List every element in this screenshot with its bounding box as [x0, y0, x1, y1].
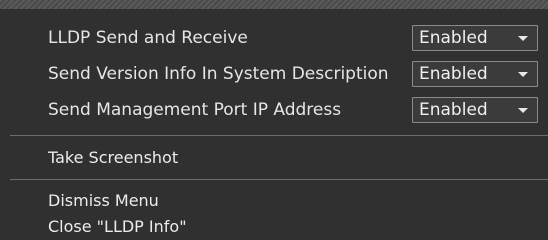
setting-row-send-version-info: Send Version Info In System Description … — [0, 56, 548, 92]
context-menu: LLDP Send and Receive Enabled Send Versi… — [0, 9, 548, 240]
menu-divider — [10, 179, 548, 180]
send-mgmt-ip-value: Enabled — [419, 100, 488, 120]
dismiss-menu-item[interactable]: Dismiss Menu — [48, 191, 159, 211]
send-version-info-select[interactable]: Enabled — [412, 61, 538, 87]
chevron-down-icon — [518, 108, 528, 113]
lldp-send-receive-select[interactable]: Enabled — [412, 25, 538, 51]
setting-label-send-mgmt-ip: Send Management Port IP Address — [48, 100, 342, 120]
setting-label-lldp-send-receive: LLDP Send and Receive — [48, 28, 248, 48]
take-screenshot-menu-item[interactable]: Take Screenshot — [48, 148, 178, 168]
send-version-info-value: Enabled — [419, 64, 488, 84]
menu-header-strip — [0, 0, 548, 9]
menu-divider — [10, 135, 548, 136]
send-mgmt-ip-select[interactable]: Enabled — [412, 97, 538, 123]
setting-label-send-version-info: Send Version Info In System Description — [48, 64, 389, 84]
chevron-down-icon — [518, 36, 528, 41]
lldp-send-receive-value: Enabled — [419, 28, 488, 48]
setting-row-lldp-send-receive: LLDP Send and Receive Enabled — [0, 20, 548, 56]
chevron-down-icon — [518, 72, 528, 77]
setting-row-send-mgmt-ip: Send Management Port IP Address Enabled — [0, 92, 548, 128]
close-window-menu-item[interactable]: Close "LLDP Info" — [48, 217, 187, 237]
